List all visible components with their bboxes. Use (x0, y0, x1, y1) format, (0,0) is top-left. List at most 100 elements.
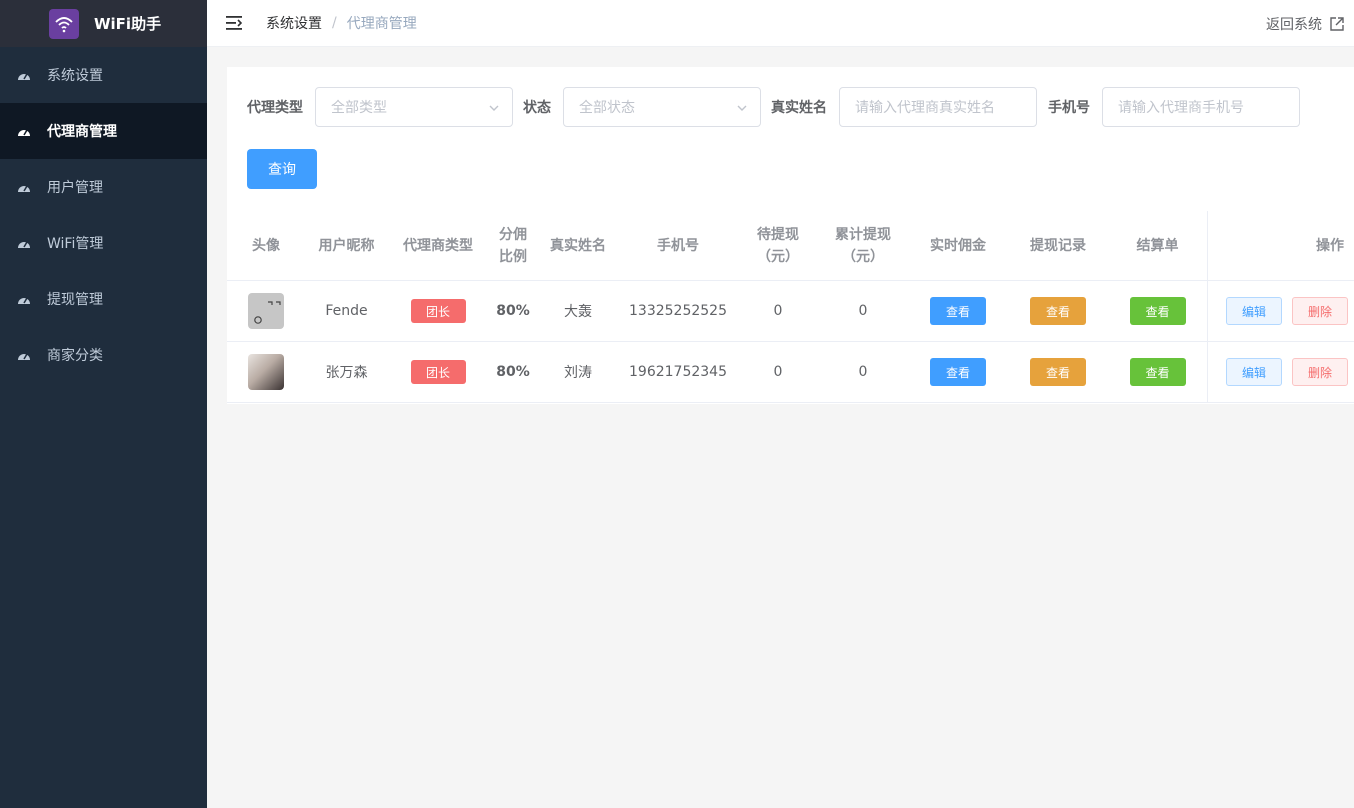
ratio-cell: 80% (496, 364, 530, 380)
external-link-icon (1330, 16, 1344, 31)
agent-type-cell: 团长 (388, 342, 488, 402)
chevron-down-icon (737, 105, 747, 111)
table-row: Fende 团长 80% 大轰 13325252525 0 0 查看 查看 查看 编辑 删除 (227, 281, 1354, 342)
sidebar-item-2[interactable]: 用户管理 (0, 159, 207, 215)
table-row: 张万森 团长 80% 刘涛 19621752345 0 0 查看 查看 查看 编辑 删除 (227, 342, 1354, 403)
phone-label: 手机号 (1048, 100, 1090, 116)
agent-type-placeholder: 全部类型 (331, 100, 387, 116)
dashboard-icon (17, 180, 31, 194)
column-header-6: 待提现 （元） (757, 226, 799, 265)
column-header-0: 头像 (252, 237, 280, 254)
view-commission-button[interactable]: 查看 (930, 297, 986, 325)
avatar (248, 293, 284, 329)
dashboard-icon (17, 124, 31, 138)
actions-cell: 编辑 删除 (1208, 281, 1354, 341)
nickname-cell: 张万森 (325, 365, 368, 381)
withdraw-record-cell: 查看 (1008, 281, 1108, 341)
commission-cell: 查看 (908, 342, 1008, 402)
status-select[interactable]: 全部状态 (563, 87, 761, 127)
breadcrumb: 系统设置 / 代理商管理 (266, 13, 417, 33)
agent-type-cell: 团长 (388, 281, 488, 341)
phone-input[interactable]: 请输入代理商手机号 (1102, 87, 1300, 127)
column-header-9: 提现记录 (1030, 237, 1086, 254)
query-button[interactable]: 查询 (247, 149, 317, 189)
sidebar-item-label: 系统设置 (47, 68, 103, 84)
view-withdraw-record-button[interactable]: 查看 (1030, 297, 1086, 325)
dashboard-icon (17, 292, 31, 306)
sidebar-item-label: 用户管理 (47, 180, 103, 196)
real-name-placeholder: 请输入代理商真实姓名 (855, 100, 995, 116)
top-header: 系统设置 / 代理商管理 返回系统 (207, 0, 1354, 47)
sidebar-item-label: WiFi管理 (47, 236, 104, 252)
sidebar-item-label: 代理商管理 (47, 124, 117, 140)
total-cell: 0 (858, 364, 868, 380)
sidebar-item-3[interactable]: WiFi管理 (0, 215, 207, 271)
real-name-label: 真实姓名 (771, 100, 827, 116)
real-name-input[interactable]: 请输入代理商真实姓名 (839, 87, 1037, 127)
withdraw-record-cell: 查看 (1008, 342, 1108, 402)
nickname-cell: Fende (325, 303, 368, 319)
wifi-icon (49, 8, 79, 39)
breadcrumb-separator: / (332, 15, 337, 31)
phone-cell: 13325252525 (629, 303, 727, 319)
sidebar: WiFi助手 系统设置代理商管理用户管理 WiFi管理 提现管理商家分类 (0, 0, 207, 808)
edit-button[interactable]: 编辑 (1226, 358, 1282, 386)
view-commission-button[interactable]: 查看 (930, 358, 986, 386)
sidebar-menu: 系统设置代理商管理用户管理 WiFi管理 提现管理商家分类 (0, 47, 207, 383)
sidebar-item-label: 商家分类 (47, 348, 103, 364)
column-header-10: 结算单 (1108, 211, 1208, 280)
column-header-4: 真实姓名 (550, 237, 606, 254)
total-cell: 0 (858, 303, 868, 319)
column-header-2: 代理商类型 (403, 237, 473, 254)
phone-cell: 19621752345 (629, 364, 727, 380)
pending-cell: 0 (773, 364, 783, 380)
real-name-cell: 刘涛 (564, 365, 592, 381)
column-header-11: 操作 (1316, 237, 1344, 254)
breadcrumb-current: 代理商管理 (346, 16, 417, 32)
hamburger-icon[interactable] (224, 13, 244, 33)
column-header-7: 累计提现 （元） (835, 226, 891, 265)
agent-table: 头像 用户昵称 代理商类型 分佣 比例 真实姓名 手机号 待提现 （元） 累计提现 （元） 实时… (227, 211, 1354, 403)
chevron-down-icon (489, 105, 499, 111)
dashboard-icon (17, 236, 31, 250)
view-settlement-button[interactable]: 查看 (1129, 358, 1186, 386)
delete-button[interactable]: 删除 (1292, 297, 1348, 325)
agent-type-label: 代理类型 (247, 100, 303, 116)
edit-button[interactable]: 编辑 (1226, 297, 1282, 325)
status-label: 状态 (523, 100, 551, 116)
settlement-cell: 查看 (1108, 281, 1208, 341)
settlement-cell: 查看 (1108, 342, 1208, 402)
phone-placeholder: 请输入代理商手机号 (1118, 100, 1244, 116)
sidebar-item-4[interactable]: 提现管理 (0, 271, 207, 327)
avatar-cell (227, 281, 305, 341)
agent-type-tag: 团长 (410, 360, 466, 384)
ratio-cell: 80% (496, 303, 530, 319)
view-withdraw-record-button[interactable]: 查看 (1030, 358, 1086, 386)
delete-button[interactable]: 删除 (1292, 358, 1348, 386)
dashboard-icon (17, 348, 31, 362)
sidebar-item-1[interactable]: 代理商管理 (0, 103, 207, 159)
column-header-1: 用户昵称 (318, 237, 375, 254)
column-header-8: 实时佣金 (930, 237, 986, 254)
agent-type-select[interactable]: 全部类型 (315, 87, 513, 127)
column-header-5: 手机号 (657, 237, 699, 254)
avatar-cell (227, 342, 305, 402)
column-header-3: 分佣 比例 (499, 226, 527, 265)
real-name-cell: 大轰 (564, 304, 592, 320)
filter-form: 代理类型 全部类型 状态 全部状态 真实姓名 请输入代理商真实姓名 手机号 请输… (247, 87, 1300, 127)
actions-cell: 编辑 删除 (1208, 342, 1354, 402)
breadcrumb-home[interactable]: 系统设置 (266, 13, 322, 33)
status-placeholder: 全部状态 (579, 100, 635, 116)
back-to-system-label: 返回系统 (1266, 16, 1322, 33)
dashboard-icon (17, 68, 31, 82)
sidebar-item-0[interactable]: 系统设置 (0, 47, 207, 103)
sidebar-item-5[interactable]: 商家分类 (0, 327, 207, 383)
back-to-system-link[interactable]: 返回系统 (1266, 0, 1344, 47)
app-title: WiFi助手 (94, 15, 162, 33)
agent-type-tag: 团长 (410, 299, 466, 323)
view-settlement-button[interactable]: 查看 (1129, 297, 1186, 325)
table-body: Fende 团长 80% 大轰 13325252525 0 0 查看 查看 查看 编辑 删除 张万森 团长… (227, 281, 1354, 403)
commission-cell: 查看 (908, 281, 1008, 341)
avatar (248, 354, 284, 390)
sidebar-item-label: 提现管理 (47, 292, 103, 308)
